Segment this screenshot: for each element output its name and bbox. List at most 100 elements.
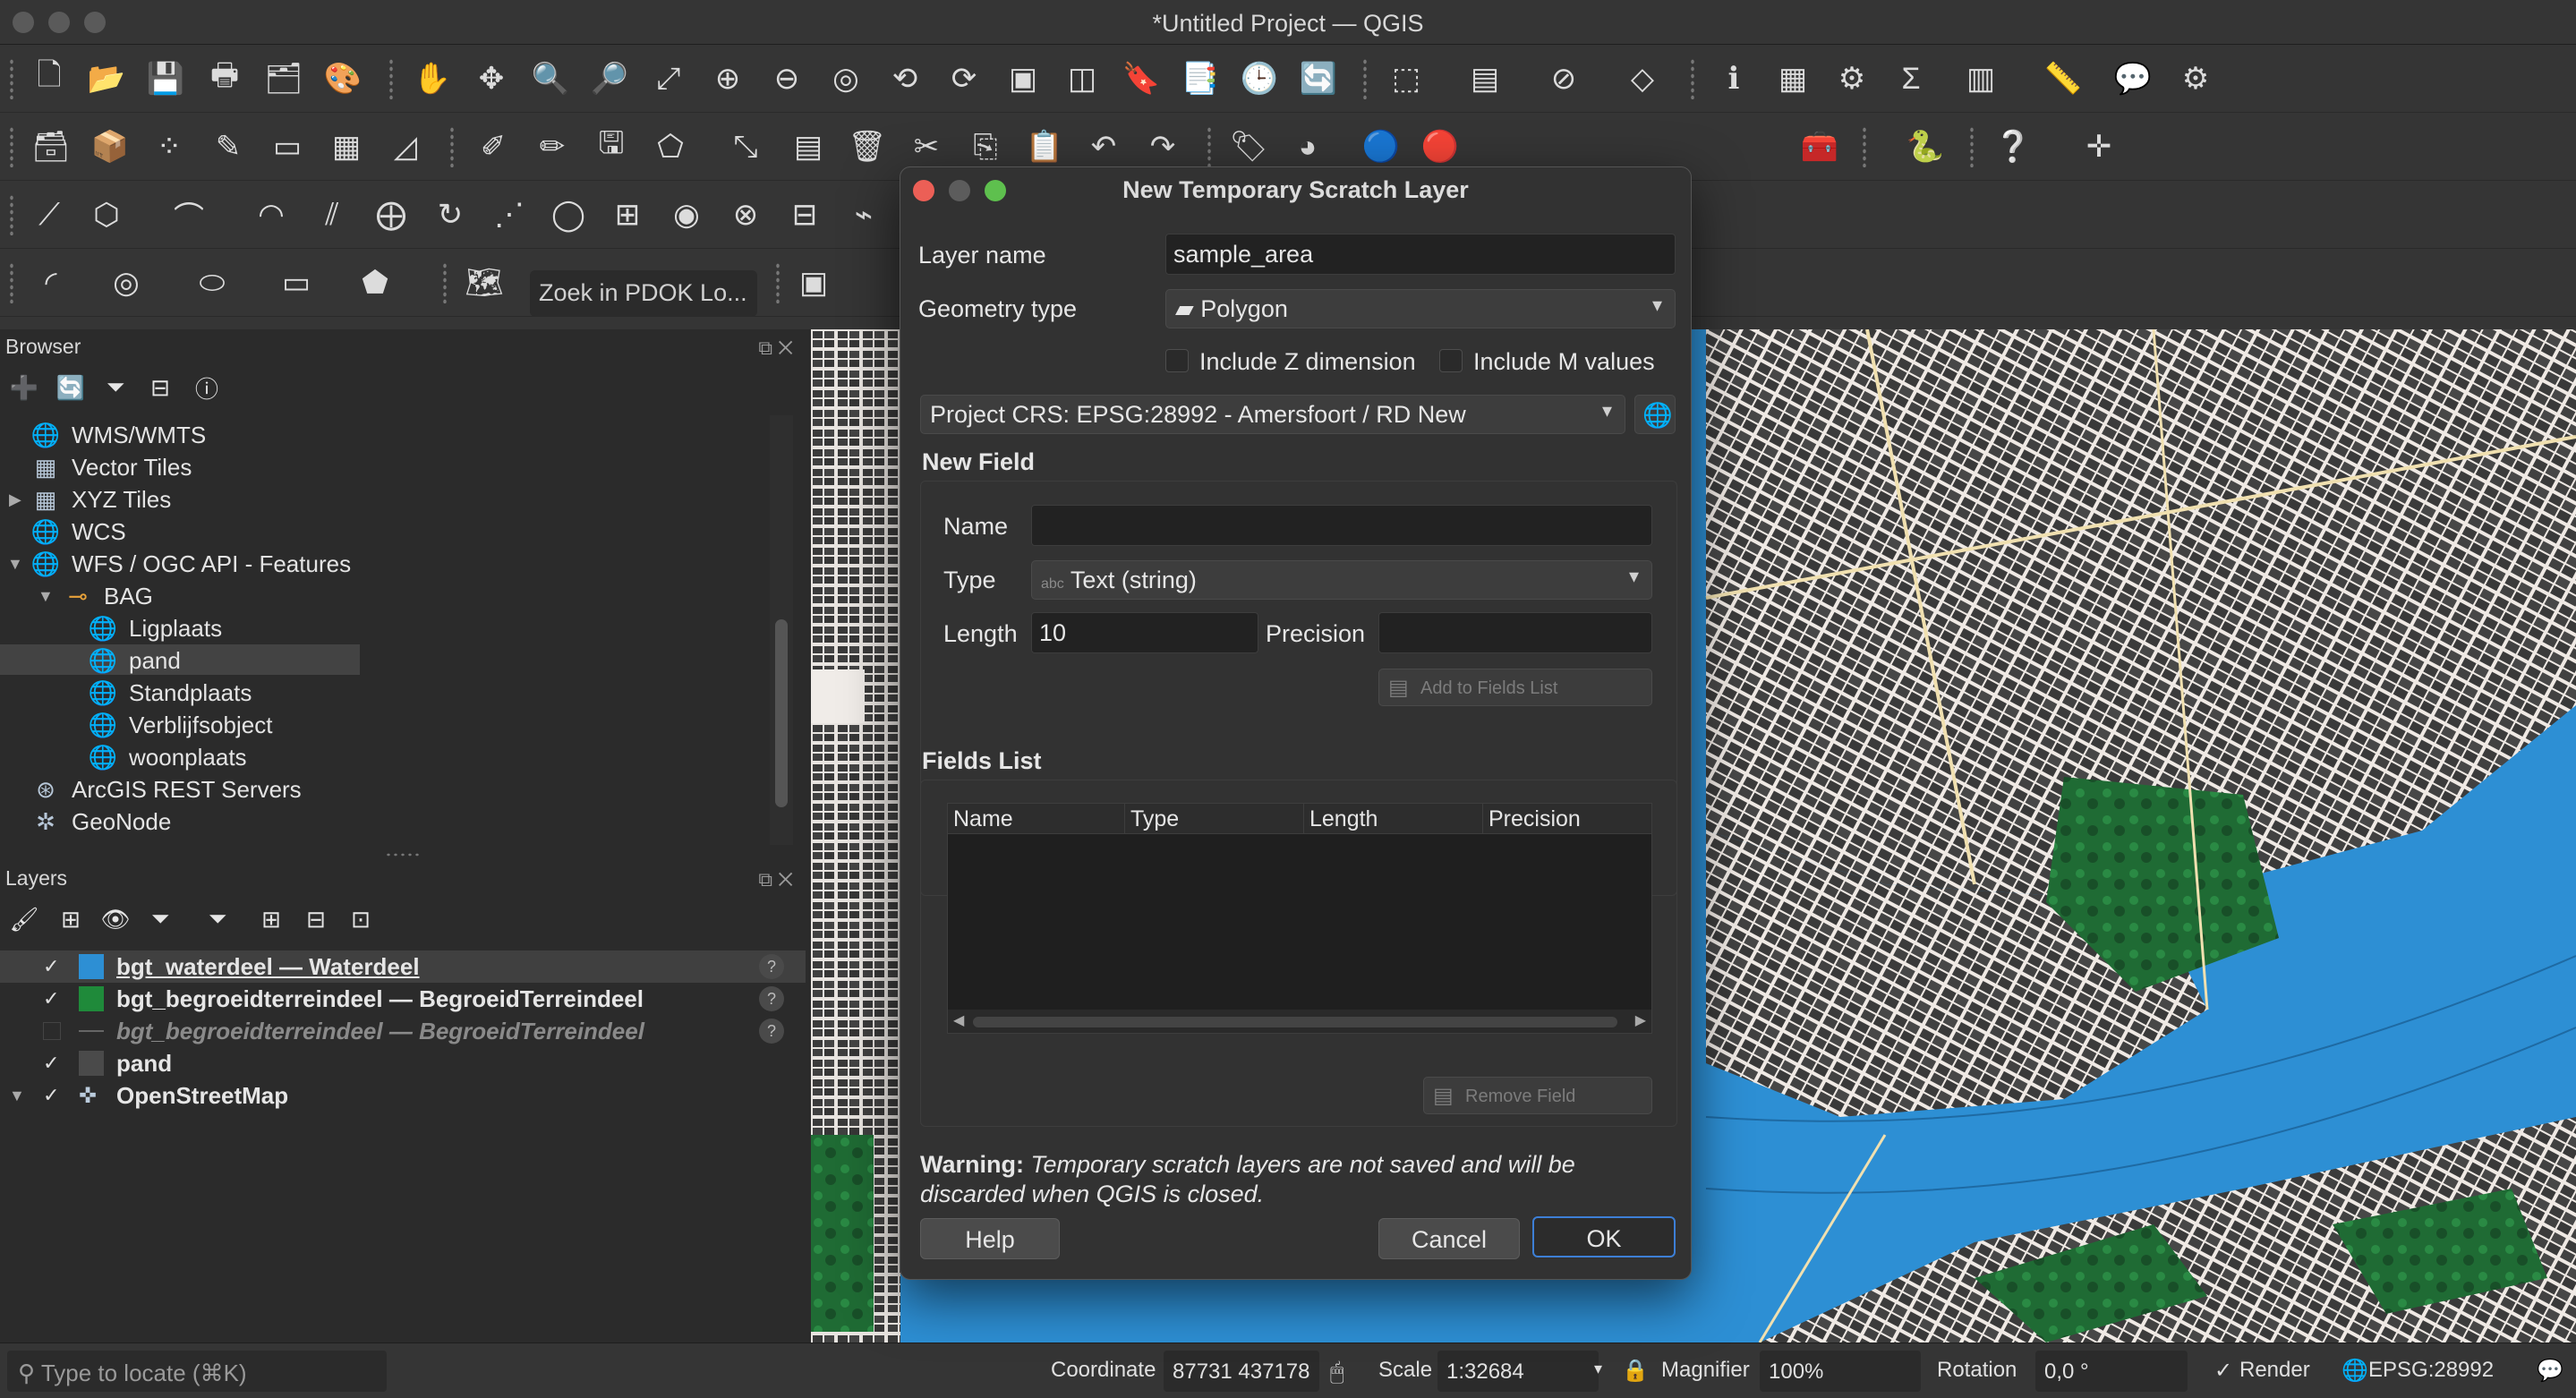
temporal-controller-icon[interactable]: 🕒 (1239, 58, 1280, 99)
column-header-name[interactable]: Name (948, 804, 1125, 834)
open-attribute-table-icon[interactable]: ▥ (1960, 58, 2001, 99)
include-m-checkbox[interactable] (1439, 349, 1463, 372)
tree-item-wms[interactable]: 🌐 WMS/WMTS (31, 419, 206, 451)
fields-table-hscroll[interactable]: ◀ ▶ (948, 1010, 1651, 1033)
toggle-extents-icon[interactable]: 🖱 (1330, 1358, 1344, 1386)
toggle-editing-icon[interactable]: ✏ (532, 126, 573, 167)
fill-ring-icon[interactable]: ◉ (666, 194, 707, 235)
geometry-type-combo[interactable]: ▰ Polygon ▾ (1165, 289, 1676, 328)
regular-polygon-icon[interactable]: ⬟ (354, 262, 396, 303)
crs-globe-icon[interactable]: 🌐 (2341, 1358, 2368, 1384)
add-selected-layers-icon[interactable]: ➕ (9, 372, 39, 403)
pan-map-icon[interactable]: ✋ (412, 58, 453, 99)
zoom-in-icon[interactable]: 🔍 (530, 58, 571, 99)
layer-visibility-checkbox[interactable]: ✓ (43, 1086, 61, 1105)
rectangle-tool-icon[interactable]: ▭ (276, 262, 317, 303)
select-crs-button[interactable]: 🌐 (1634, 395, 1676, 434)
toolbar-grip[interactable] (442, 262, 448, 303)
settings-gear-icon[interactable]: ⚙ (2175, 58, 2216, 99)
help-button[interactable]: Help (920, 1218, 1060, 1259)
column-header-length[interactable]: Length (1304, 804, 1483, 834)
toolbar-grip[interactable] (1207, 126, 1212, 167)
delete-part-icon[interactable]: ⊟ (784, 194, 825, 235)
new-project-icon[interactable]: 🗋 (29, 58, 70, 99)
panel-float-close-icon[interactable]: ⧉ ✕ (758, 868, 793, 891)
redo-icon[interactable]: ↷ (1142, 126, 1183, 167)
label-toolbar-icon[interactable]: 🏷 (1228, 126, 1269, 167)
manage-visibility-icon[interactable]: 👁 (100, 904, 131, 934)
collapse-arrow-icon[interactable]: ▼ (7, 555, 23, 574)
layer-visibility-checkbox[interactable]: ✓ (43, 1053, 61, 1073)
locator-search-input[interactable]: ⚲ Type to locate (⌘K) (7, 1351, 387, 1392)
help-icon[interactable]: ❔ (1992, 126, 2034, 167)
refresh-icon[interactable]: 🔄 (1298, 58, 1339, 99)
layer-row[interactable]: ✓ pand (0, 1047, 806, 1079)
shape-digitizing-icon[interactable]: ◜ (30, 262, 72, 303)
identify-features-icon[interactable]: ℹ (1713, 58, 1754, 99)
label-pin-icon[interactable]: 🔴 (1420, 126, 1461, 167)
map-tips-icon[interactable]: 💬 (2112, 58, 2154, 99)
messages-icon[interactable]: 💬 (2537, 1358, 2563, 1384)
vertex-tool-icon[interactable]: ⤡ (725, 126, 766, 167)
reshape-icon[interactable]: ⌒ (168, 194, 209, 235)
select-by-value-icon[interactable]: ▤ (1464, 58, 1506, 99)
delete-selected-icon[interactable]: 🗑 (847, 126, 888, 167)
add-group-icon[interactable]: ⊞ (55, 904, 86, 934)
save-project-icon[interactable]: 💾 (145, 58, 186, 99)
new-virtual-layer-icon[interactable]: ▦ (326, 126, 367, 167)
new-bookmark-icon[interactable]: 🔖 (1121, 58, 1162, 99)
remove-field-button[interactable]: ▤ Remove Field (1423, 1077, 1652, 1114)
toolbar-grip[interactable] (388, 58, 394, 99)
collapse-arrow-icon[interactable]: ▼ (38, 587, 54, 606)
layer-row[interactable]: bgt_begroeidterreindeel — BegroeidTerrei… (0, 1015, 806, 1047)
render-checkbox[interactable]: ✓ (2214, 1358, 2232, 1384)
layer-warning-icon[interactable]: ? (759, 954, 784, 979)
filter-legend-icon[interactable]: ⏷ (145, 904, 175, 934)
deselect-features-icon[interactable]: ⊘ (1543, 58, 1584, 99)
scroll-right-icon[interactable]: ▶ (1635, 1011, 1646, 1029)
cancel-button[interactable]: Cancel (1378, 1218, 1520, 1259)
layer-warning-icon[interactable]: ? (759, 986, 784, 1011)
paste-features-icon[interactable]: 📋 (1024, 126, 1065, 167)
ok-button[interactable]: OK (1532, 1216, 1676, 1257)
new-mesh-layer-icon[interactable]: ◿ (385, 126, 426, 167)
layer-visibility-checkbox[interactable]: ✓ (43, 957, 61, 976)
tree-item-standplaats[interactable]: 🌐 Standplaats (89, 677, 252, 709)
column-header-type[interactable]: Type (1125, 804, 1304, 834)
crs-button[interactable]: EPSG:28992 (2368, 1358, 2494, 1383)
zoom-full-icon[interactable]: ⤢ (648, 58, 689, 99)
layer-row[interactable]: ✓ bgt_begroeidterreindeel — BegroeidTerr… (0, 983, 806, 1015)
style-layer-icon[interactable]: 🖌 (9, 904, 39, 934)
add-part-icon[interactable]: ⊞ (607, 194, 648, 235)
toolbar-grip[interactable] (1969, 126, 1975, 167)
refresh-browser-icon[interactable]: 🔄 (55, 372, 86, 403)
edits-icon[interactable]: ✐ (473, 126, 514, 167)
diagram-icon[interactable]: ◕ (1287, 126, 1328, 167)
pdok-search-input[interactable]: Zoek in PDOK Lo... (530, 270, 757, 317)
layer-visibility-checkbox[interactable]: ✓ (43, 989, 61, 1009)
select-features-icon[interactable]: ⬚ (1386, 58, 1427, 99)
split-features-icon[interactable]: ⫽ (311, 194, 353, 235)
new-map-view-icon[interactable]: ▣ (1002, 58, 1044, 99)
toolbar-grip[interactable] (9, 194, 14, 235)
expand-all-icon[interactable]: ⊞ (256, 904, 286, 934)
tree-item-bag[interactable]: ▼ ⊸ BAG (38, 580, 153, 612)
toolbar-grip[interactable] (449, 126, 455, 167)
tree-item-vector-tiles[interactable]: ▦ Vector Tiles (32, 451, 192, 483)
layer-row[interactable]: ✓ bgt_waterdeel — Waterdeel ? (0, 950, 806, 983)
plugin-icon[interactable]: 🧰 (1799, 126, 1840, 167)
layout-manager-icon[interactable]: 🗂 (263, 58, 304, 99)
field-type-combo[interactable]: abc Text (string) ▾ (1031, 560, 1652, 600)
save-edits-icon[interactable]: 🖫 (591, 126, 632, 167)
scrollbar-thumb[interactable] (775, 619, 788, 807)
coordinate-field[interactable]: 87731 437178 (1164, 1351, 1319, 1392)
tree-item-ligplaats[interactable]: 🌐 Ligplaats (89, 612, 222, 644)
measure-line-icon[interactable]: 📏 (2043, 58, 2084, 99)
label-highlight-icon[interactable]: 🔵 (1361, 126, 1402, 167)
toolbar-grip[interactable] (9, 58, 14, 99)
zoom-to-layer-icon[interactable]: ⊖ (766, 58, 807, 99)
pdok-locator-icon[interactable]: 🗺 (464, 262, 505, 303)
toolbar-grip[interactable] (1690, 58, 1695, 99)
offset-curve-icon[interactable]: ◠ (251, 194, 292, 235)
toolbar-grip[interactable] (1862, 126, 1867, 167)
